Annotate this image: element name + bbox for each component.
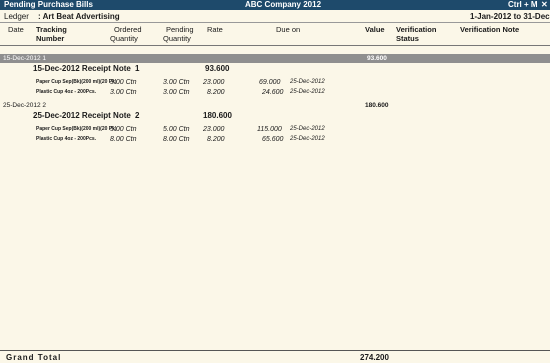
item-name: Plastic Cup 4oz - 200Pcs. bbox=[36, 136, 97, 142]
item-row[interactable]: Paper Cup Sep(Bk)(200 ml)(20 Pk) 5.00 Ct… bbox=[0, 125, 550, 134]
item-name: Plastic Cup 4oz - 200Pcs. bbox=[36, 89, 97, 95]
item-rate: 23.000 bbox=[203, 79, 225, 86]
ledger-row: Ledger : Art Beat Advertising 1-Jan-2012… bbox=[0, 11, 550, 23]
voucher-number: 1 bbox=[135, 64, 140, 73]
col-verification-note: Verification Note bbox=[460, 25, 520, 34]
voucher-number: 2 bbox=[135, 111, 140, 120]
ledger-label: Ledger bbox=[4, 12, 29, 21]
col-tracking: Tracking bbox=[36, 25, 67, 34]
col-value: Value bbox=[365, 25, 385, 34]
grand-total-row: Grand Total 274.200 bbox=[0, 350, 550, 363]
bill-row-selected[interactable]: 15-Dec-2012 1 93.600 bbox=[0, 54, 550, 63]
voucher-amount: 180.600 bbox=[203, 111, 232, 120]
column-headers: Date Tracking Number Ordered Quantity Pe… bbox=[0, 24, 550, 46]
item-pending: 5.00 Ctn bbox=[163, 126, 190, 133]
item-ordered: 3.00 Ctn bbox=[110, 89, 137, 96]
voucher-row[interactable]: 25-Dec-2012 Receipt Note 2 180.600 bbox=[0, 111, 550, 121]
item-due: 25-Dec-2012 bbox=[290, 126, 325, 132]
company-name: ABC Company 2012 bbox=[245, 0, 322, 9]
item-ordered: 5.00 Ctn bbox=[110, 126, 137, 133]
item-pending: 8.00 Ctn bbox=[163, 136, 190, 143]
bill-value: 93.600 bbox=[367, 55, 387, 62]
item-ordered: 3.00 Ctn bbox=[110, 79, 137, 86]
bill-row[interactable]: 25-Dec-2012 2 180.600 bbox=[0, 101, 550, 110]
item-amount: 69.000 bbox=[259, 79, 281, 86]
ledger-name[interactable]: : Art Beat Advertising bbox=[38, 12, 120, 22]
item-amount: 65.600 bbox=[262, 136, 284, 143]
item-ordered: 8.00 Ctn bbox=[110, 136, 137, 143]
col-verification-status: Verification bbox=[396, 25, 437, 34]
bill-date: 25-Dec-2012 2 bbox=[3, 102, 46, 109]
col-pending: Pending bbox=[166, 25, 194, 34]
voucher-amount: 93.600 bbox=[205, 64, 230, 73]
col-ordered: Ordered bbox=[114, 25, 142, 34]
item-amount: 24.600 bbox=[262, 89, 284, 96]
col-rate: Rate bbox=[207, 25, 223, 34]
title-bar: Pending Purchase Bills ABC Company 2012 … bbox=[0, 0, 550, 10]
item-rate: 8.200 bbox=[207, 136, 225, 143]
item-name: Paper Cup Sep(Bk)(200 ml)(20 Pk) bbox=[36, 126, 117, 132]
window-title: Pending Purchase Bills bbox=[4, 0, 93, 9]
col-tracking-2: Number bbox=[36, 34, 65, 43]
grand-total-value: 274.200 bbox=[360, 353, 389, 362]
item-due: 25-Dec-2012 bbox=[290, 136, 325, 142]
item-pending: 3.00 Ctn bbox=[163, 89, 190, 96]
item-row[interactable]: Plastic Cup 4oz - 200Pcs. 8.00 Ctn 8.00 … bbox=[0, 135, 550, 144]
voucher-title: 15-Dec-2012 Receipt Note bbox=[33, 64, 131, 73]
item-row[interactable]: Plastic Cup 4oz - 200Pcs. 3.00 Ctn 3.00 … bbox=[0, 88, 550, 97]
item-due: 25-Dec-2012 bbox=[290, 79, 325, 85]
col-due: Due on bbox=[276, 25, 301, 34]
period: 1-Jan-2012 to 31-Dec-2012 bbox=[470, 12, 550, 21]
item-row[interactable]: Paper Cup Sep(Bk)(200 ml)(20 Pk) 3.00 Ct… bbox=[0, 78, 550, 87]
voucher-row[interactable]: 15-Dec-2012 Receipt Note 1 93.600 bbox=[0, 64, 550, 74]
col-verification-status-2: Status bbox=[396, 34, 419, 43]
close-icon[interactable]: ✕ bbox=[541, 0, 548, 10]
item-pending: 3.00 Ctn bbox=[163, 79, 190, 86]
item-name: Paper Cup Sep(Bk)(200 ml)(20 Pk) bbox=[36, 79, 117, 85]
voucher-title: 25-Dec-2012 Receipt Note bbox=[33, 111, 131, 120]
item-rate: 8.200 bbox=[207, 89, 225, 96]
col-date: Date bbox=[8, 25, 24, 34]
col-ordered-2: Quantity bbox=[110, 34, 138, 43]
item-due: 25-Dec-2012 bbox=[290, 89, 325, 95]
bill-value: 180.600 bbox=[365, 102, 389, 109]
item-rate: 23.000 bbox=[203, 126, 225, 133]
col-pending-2: Quantity bbox=[163, 34, 191, 43]
bill-date: 15-Dec-2012 1 bbox=[3, 55, 46, 62]
grand-total-label: Grand Total bbox=[6, 353, 62, 362]
shortcut-label: Ctrl + M bbox=[508, 0, 538, 9]
item-amount: 115.000 bbox=[257, 126, 282, 133]
